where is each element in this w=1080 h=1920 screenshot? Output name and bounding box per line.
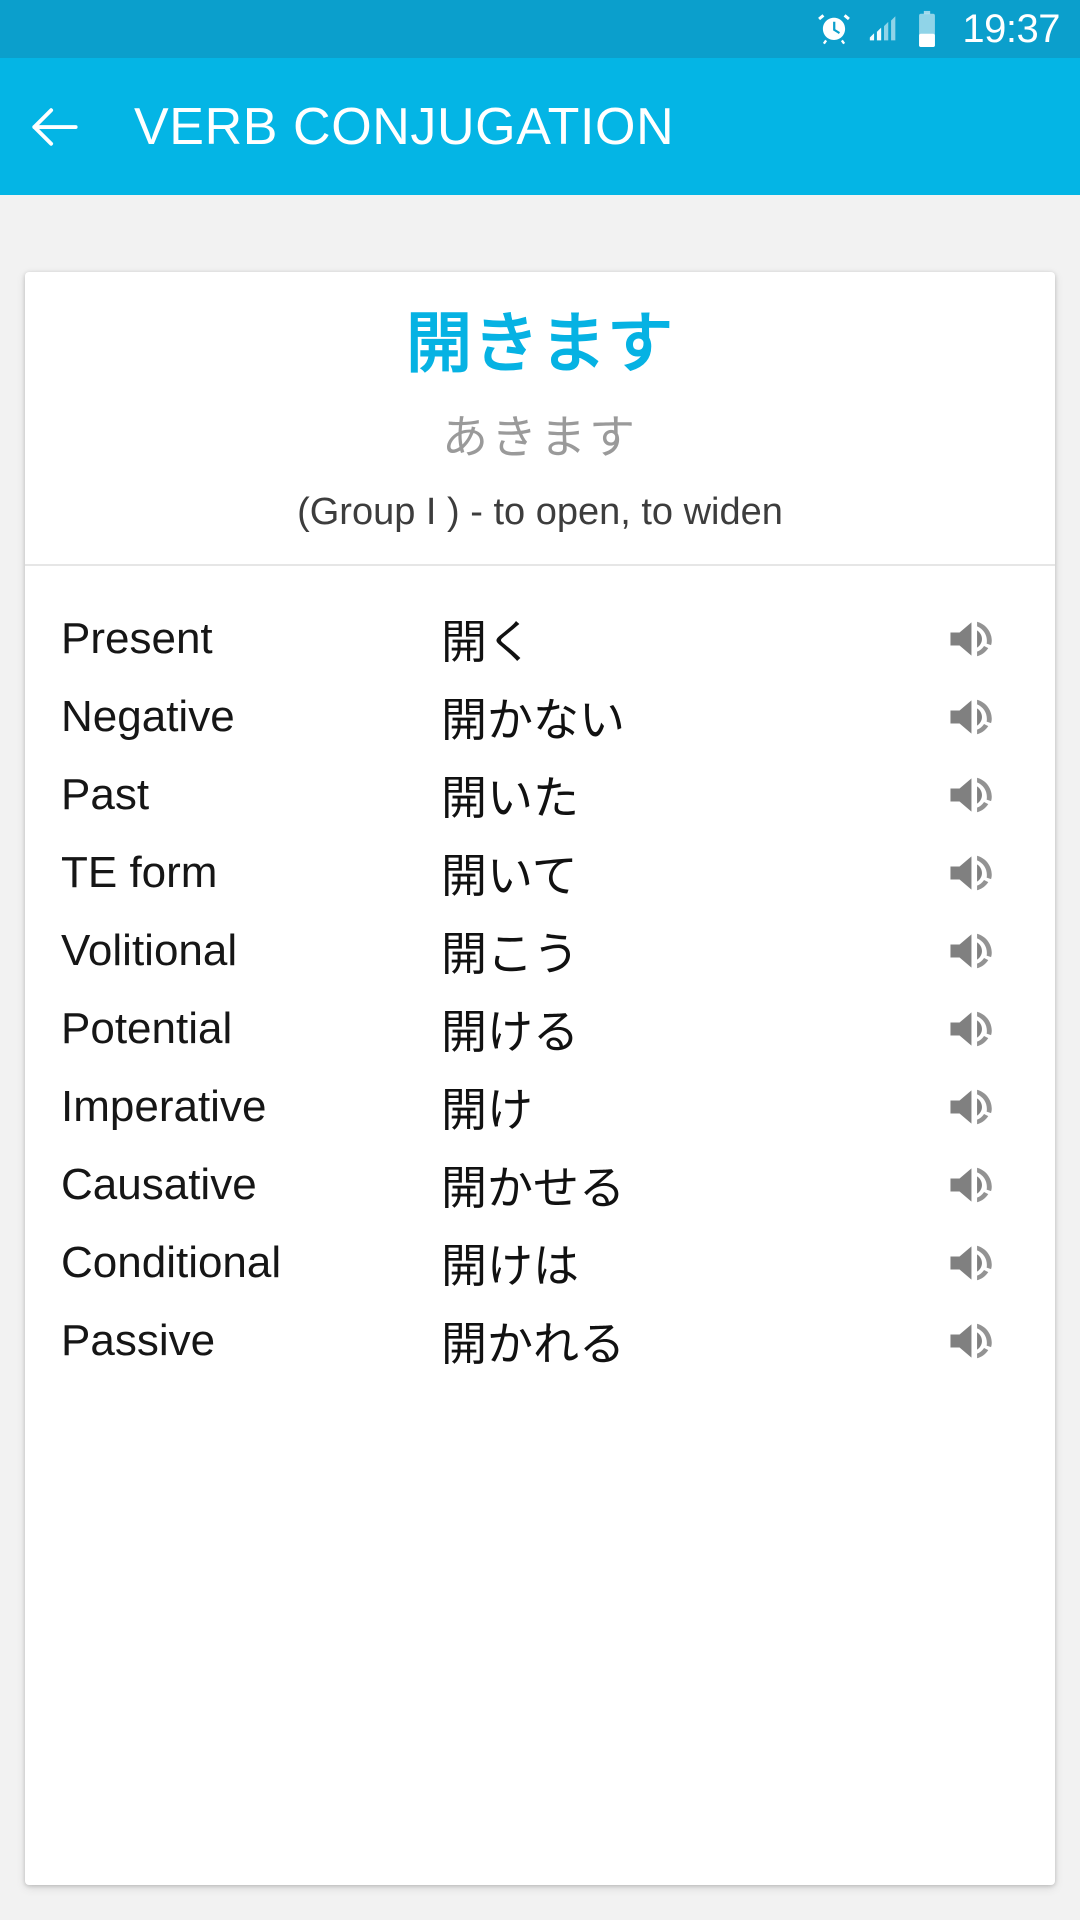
- conjugation-label: Volitional: [61, 926, 238, 976]
- speaker-icon: [950, 777, 992, 813]
- speaker-icon: [950, 1245, 992, 1281]
- speaker-icon: [950, 699, 992, 735]
- conjugation-form: 開いて: [441, 850, 578, 903]
- battery-icon: [919, 10, 936, 48]
- conjugation-row[interactable]: Potential 開ける: [25, 990, 1055, 1068]
- alarm-icon: [818, 14, 851, 45]
- verb-card-header: 開きます あきます (Group I ) - to open, to widen: [25, 272, 1055, 564]
- play-audio-button[interactable]: [923, 1235, 1019, 1291]
- status-bar-icons: 19:37: [816, 9, 1060, 49]
- conjugation-form: 開かせる: [441, 1162, 625, 1215]
- play-audio-button[interactable]: [923, 611, 1019, 667]
- conjugation-list: Present 開く Negative 開かない Past 開いた TE form 開いて Vo…: [25, 566, 1055, 1380]
- play-audio-button[interactable]: [923, 1001, 1019, 1057]
- speaker-icon: [950, 1011, 992, 1047]
- play-audio-button[interactable]: [923, 689, 1019, 745]
- verb-kanji: 開きます: [406, 306, 674, 380]
- play-audio-button[interactable]: [923, 923, 1019, 979]
- conjugation-row[interactable]: Volitional 開こう: [25, 912, 1055, 990]
- conjugation-form: 開かれる: [441, 1318, 625, 1371]
- app-screen: 19:37 VERB CONJUGATION 開きます あきます (Group …: [0, 0, 1080, 1920]
- play-audio-button[interactable]: [923, 1313, 1019, 1369]
- conjugation-label: Potential: [61, 1004, 233, 1054]
- conjugation-row[interactable]: Past 開いた: [25, 756, 1055, 834]
- conjugation-form: 開ける: [441, 1006, 579, 1059]
- conjugation-form: 開かない: [441, 694, 625, 747]
- status-bar: 19:37: [0, 0, 1080, 58]
- arrow-left-icon: [32, 107, 78, 146]
- speaker-icon: [950, 621, 992, 657]
- conjugation-label: Passive: [61, 1316, 216, 1366]
- conjugation-row[interactable]: Causative 開かせる: [25, 1146, 1055, 1224]
- conjugation-row[interactable]: TE form 開いて: [25, 834, 1055, 912]
- back-button[interactable]: [0, 58, 110, 195]
- speaker-icon: [950, 1089, 992, 1125]
- play-audio-button[interactable]: [923, 845, 1019, 901]
- conjugation-form: 開け: [441, 1084, 533, 1137]
- play-audio-button[interactable]: [923, 1079, 1019, 1135]
- conjugation-label: Past: [61, 770, 150, 820]
- conjugation-label: TE form: [61, 848, 218, 898]
- play-audio-button[interactable]: [923, 767, 1019, 823]
- conjugation-form: 開けは: [441, 1240, 579, 1293]
- status-bar-clock: 19:37: [962, 7, 1060, 51]
- signal-icon: [870, 16, 896, 41]
- speaker-icon: [950, 855, 992, 891]
- speaker-icon: [950, 1167, 992, 1203]
- play-audio-button[interactable]: [923, 1157, 1019, 1213]
- conjugation-row[interactable]: Present 開く: [25, 600, 1055, 678]
- conjugation-label: Causative: [61, 1160, 257, 1210]
- conjugation-row[interactable]: Negative 開かない: [25, 678, 1055, 756]
- verb-card: 開きます あきます (Group I ) - to open, to widen…: [25, 272, 1055, 1885]
- conjugation-label: Imperative: [61, 1082, 267, 1132]
- conjugation-form: 開く: [441, 616, 533, 669]
- conjugation-form: 開こう: [441, 928, 579, 981]
- conjugation-label: Present: [61, 614, 213, 664]
- verb-meaning: (Group I ) - to open, to widen: [297, 491, 783, 534]
- app-bar: VERB CONJUGATION: [0, 58, 1080, 195]
- verb-reading: あきます: [442, 411, 638, 464]
- conjugation-row[interactable]: Imperative 開け: [25, 1068, 1055, 1146]
- speaker-icon: [950, 1323, 992, 1359]
- conjugation-form: 開いた: [441, 772, 579, 825]
- conjugation-row[interactable]: Conditional 開けは: [25, 1224, 1055, 1302]
- page-title: VERB CONJUGATION: [134, 97, 675, 156]
- conjugation-label: Conditional: [61, 1238, 282, 1288]
- conjugation-label: Negative: [61, 692, 235, 742]
- speaker-icon: [950, 933, 992, 969]
- conjugation-row[interactable]: Passive 開かれる: [25, 1302, 1055, 1380]
